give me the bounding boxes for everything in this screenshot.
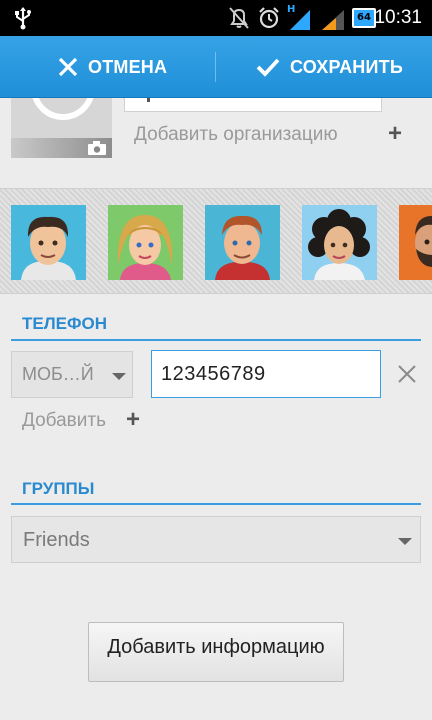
groups-dropdown[interactable]: Friends <box>11 516 421 563</box>
alarm-icon <box>259 7 279 29</box>
dropdown-arrow-icon <box>112 373 126 380</box>
save-label: СОХРАНИТЬ <box>290 56 403 77</box>
add-phone-plus-icon[interactable]: + <box>126 406 140 434</box>
edit-contact-screen: H 64 10:31 ОТМЕНА СОХРАНИТЬ Добавить орг… <box>0 0 432 720</box>
name-field[interactable] <box>124 98 382 112</box>
contact-photo[interactable] <box>11 98 112 158</box>
action-bar: ОТМЕНА СОХРАНИТЬ <box>0 36 432 98</box>
avatar-man-beard[interactable] <box>399 205 432 280</box>
phone-type-dropdown[interactable]: МОБ…Й <box>11 351 133 398</box>
add-more-info-button[interactable]: Добавить информацию <box>88 622 344 682</box>
add-organization-link[interactable]: Добавить организацию <box>134 124 338 146</box>
phone-section-title: ТЕЛЕФОН <box>22 314 107 333</box>
groups-section-divider <box>11 503 421 505</box>
save-button[interactable]: СОХРАНИТЬ <box>256 36 403 98</box>
groups-section-title: ГРУППЫ <box>22 479 95 498</box>
avatar-man-red-hair[interactable] <box>205 205 280 280</box>
action-bar-divider <box>215 52 216 82</box>
cancel-label: ОТМЕНА <box>88 56 168 77</box>
checkmark-icon <box>256 58 280 77</box>
avatar-woman-blonde[interactable] <box>108 205 183 280</box>
signal-icon <box>290 10 310 30</box>
cancel-button[interactable]: ОТМЕНА <box>58 36 167 98</box>
avatar-man-dark-hair[interactable] <box>11 205 86 280</box>
avatar-strip <box>0 188 432 294</box>
groups-value: Friends <box>23 529 90 551</box>
add-more-info-label: Добавить информацию <box>107 636 325 658</box>
phone-type-value: МОБ…Й <box>22 364 94 384</box>
phone-number-value: 123456789 <box>161 363 266 385</box>
usb-icon <box>15 7 31 30</box>
phone-section-divider <box>11 339 421 341</box>
battery-icon: 64 <box>352 8 376 28</box>
signal-icon <box>322 10 344 30</box>
add-organization-plus-icon[interactable]: + <box>388 120 402 148</box>
dropdown-arrow-icon <box>398 538 412 545</box>
default-avatar-icon <box>31 98 95 120</box>
phone-number-input[interactable]: 123456789 <box>151 350 381 398</box>
mute-icon <box>229 7 249 29</box>
avatar-woman-curly[interactable] <box>302 205 377 280</box>
remove-phone-icon[interactable] <box>396 363 418 385</box>
status-bar: H 64 10:31 <box>0 0 432 36</box>
close-icon <box>58 57 78 77</box>
add-phone-link[interactable]: Добавить <box>22 410 106 432</box>
camera-icon <box>88 141 106 155</box>
clock: 10:31 <box>374 7 422 28</box>
